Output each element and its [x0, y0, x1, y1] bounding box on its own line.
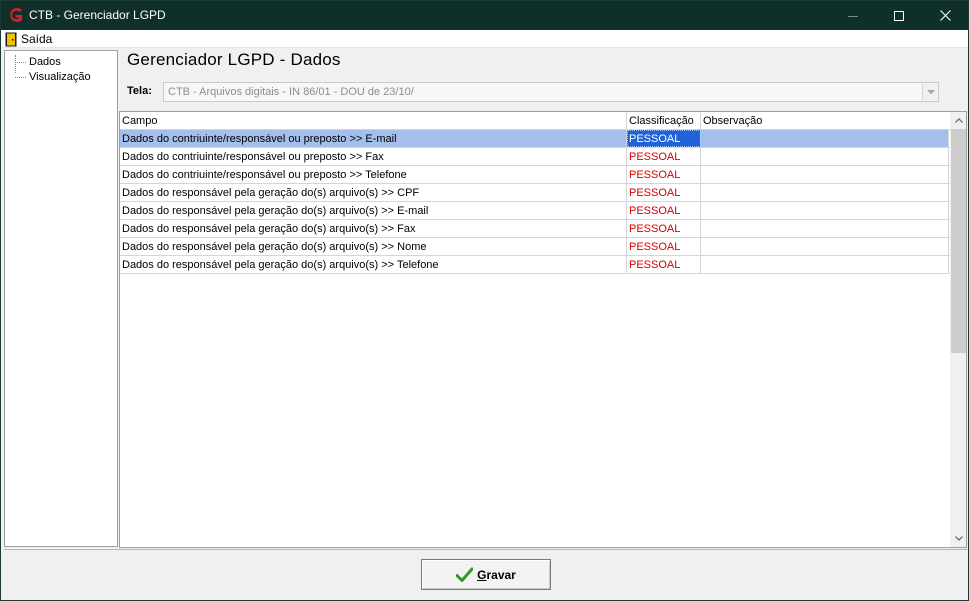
scrollbar-thumb[interactable]	[951, 129, 966, 353]
dropdown-button[interactable]	[922, 83, 938, 101]
cell-campo[interactable]: Dados do contriuinte/responsável ou prep…	[120, 148, 627, 165]
cell-observacao[interactable]	[701, 202, 949, 219]
table-row[interactable]: Dados do contriuinte/responsável ou prep…	[120, 166, 950, 184]
menu-exit-label: Saída	[21, 32, 53, 46]
column-header-campo[interactable]: Campo	[120, 112, 627, 130]
cell-campo[interactable]: Dados do responsável pela geração do(s) …	[120, 184, 627, 201]
menu-exit[interactable]: Saída	[5, 31, 52, 47]
tree-branch-line	[15, 76, 26, 78]
save-button-label: Gravar	[477, 567, 516, 582]
cell-campo[interactable]: Dados do responsável pela geração do(s) …	[120, 220, 627, 237]
data-grid: Campo Classificação Observação Dados do …	[119, 111, 967, 548]
scroll-down-button[interactable]	[950, 530, 966, 547]
chevron-up-icon	[954, 118, 963, 123]
cell-classificacao[interactable]: PESSOAL	[627, 130, 701, 147]
cell-classificacao[interactable]: PESSOAL	[627, 220, 701, 237]
maximize-button[interactable]	[876, 1, 922, 30]
cell-observacao[interactable]	[701, 166, 949, 183]
close-icon	[939, 10, 951, 21]
grid-body: Dados do contriuinte/responsável ou prep…	[120, 130, 950, 274]
menu-bar: Saída	[1, 30, 968, 48]
table-row[interactable]: Dados do responsável pela geração do(s) …	[120, 202, 950, 220]
cell-campo[interactable]: Dados do contriuinte/responsável ou prep…	[120, 130, 627, 147]
app-logo-icon	[10, 8, 22, 22]
cell-observacao[interactable]	[701, 130, 949, 147]
window-title: CTB - Gerenciador LGPD	[29, 8, 166, 22]
page-title: Gerenciador LGPD - Dados	[127, 50, 341, 69]
chevron-down-icon	[926, 89, 935, 94]
navigation-tree: Dados Visualização	[4, 50, 118, 547]
table-row[interactable]: Dados do contriuinte/responsável ou prep…	[120, 148, 950, 166]
title-bar[interactable]: CTB - Gerenciador LGPD	[1, 1, 968, 30]
cell-observacao[interactable]	[701, 148, 949, 165]
save-button[interactable]: Gravar	[421, 559, 551, 590]
tree-item-label: Dados	[29, 56, 61, 68]
close-button[interactable]	[922, 1, 968, 30]
tree-item-visualizacao[interactable]: Visualização	[15, 70, 91, 84]
vertical-scrollbar[interactable]	[950, 112, 966, 547]
cell-classificacao[interactable]: PESSOAL	[627, 148, 701, 165]
tela-selected-value: CTB - Arquivos digitais - IN 86/01 - DOU…	[168, 86, 414, 98]
chevron-down-icon	[954, 536, 963, 541]
app-window: CTB - Gerenciador LGPD Saída Dados Visua…	[0, 0, 969, 601]
tree-item-label: Visualização	[29, 71, 91, 83]
checkmark-icon	[456, 567, 474, 582]
tela-label: Tela:	[127, 85, 152, 97]
cell-campo[interactable]: Dados do contriuinte/responsável ou prep…	[120, 166, 627, 183]
exit-door-icon	[5, 32, 17, 46]
table-row[interactable]: Dados do responsável pela geração do(s) …	[120, 184, 950, 202]
tree-item-dados[interactable]: Dados	[15, 55, 61, 69]
cell-observacao[interactable]	[701, 184, 949, 201]
cell-campo[interactable]: Dados do responsável pela geração do(s) …	[120, 202, 627, 219]
table-row[interactable]: Dados do responsável pela geração do(s) …	[120, 256, 950, 274]
cell-campo[interactable]: Dados do responsável pela geração do(s) …	[120, 256, 627, 273]
cell-observacao[interactable]	[701, 220, 949, 237]
table-row[interactable]: Dados do responsável pela geração do(s) …	[120, 220, 950, 238]
column-header-observacao[interactable]: Observação	[701, 112, 949, 130]
minimize-icon	[848, 15, 858, 17]
footer-bar: Gravar	[4, 549, 967, 599]
table-row[interactable]: Dados do contriuinte/responsável ou prep…	[120, 130, 950, 148]
scroll-up-button[interactable]	[950, 112, 966, 129]
cell-campo[interactable]: Dados do responsável pela geração do(s) …	[120, 238, 627, 255]
tela-select[interactable]: CTB - Arquivos digitais - IN 86/01 - DOU…	[163, 82, 939, 102]
cell-observacao[interactable]	[701, 238, 949, 255]
column-header-classificacao[interactable]: Classificação	[627, 112, 701, 130]
cell-classificacao[interactable]: PESSOAL	[627, 166, 701, 183]
minimize-button[interactable]	[830, 1, 876, 30]
maximize-icon	[894, 10, 904, 21]
tree-branch-line	[15, 61, 26, 63]
table-row[interactable]: Dados do responsável pela geração do(s) …	[120, 238, 950, 256]
cell-classificacao[interactable]: PESSOAL	[627, 238, 701, 255]
grid-header: Campo Classificação Observação	[120, 112, 950, 130]
cell-classificacao[interactable]: PESSOAL	[627, 202, 701, 219]
cell-observacao[interactable]	[701, 256, 949, 273]
cell-classificacao[interactable]: PESSOAL	[627, 256, 701, 273]
cell-classificacao[interactable]: PESSOAL	[627, 184, 701, 201]
